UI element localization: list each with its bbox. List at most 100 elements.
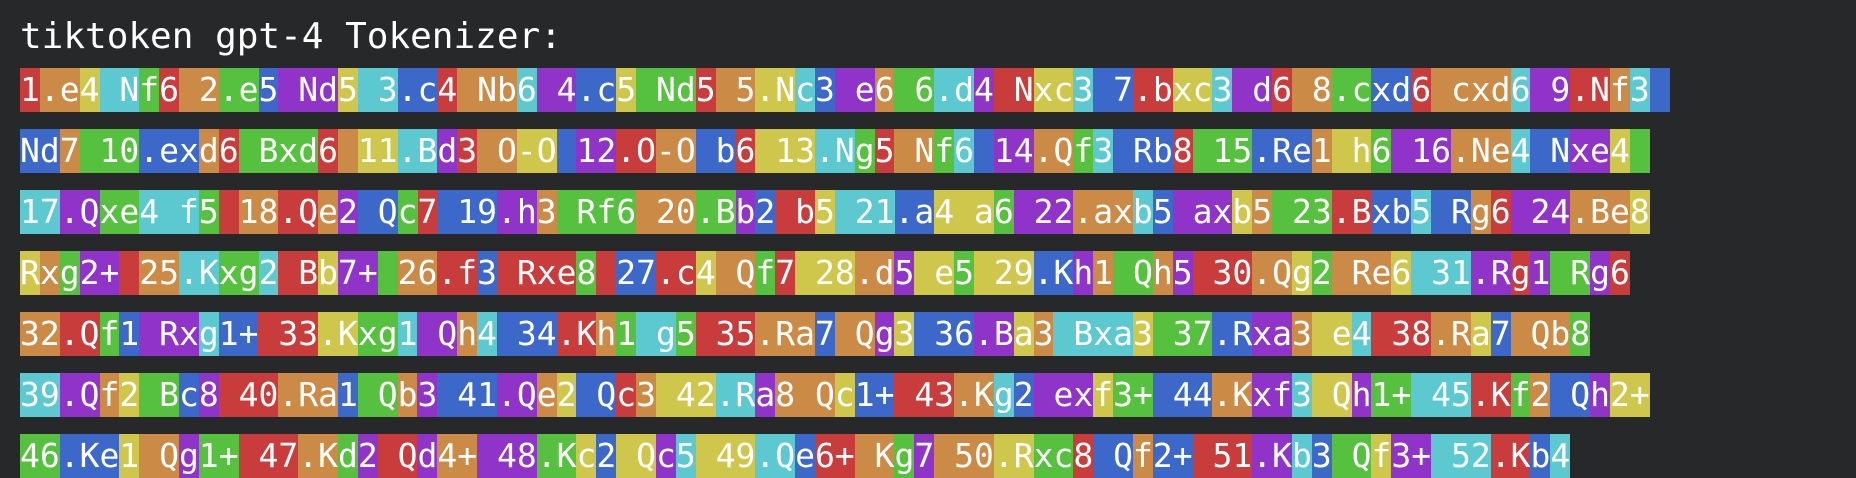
token: 7 <box>417 190 438 234</box>
token <box>1192 129 1213 173</box>
token <box>655 373 676 417</box>
token: Qb <box>1510 312 1571 356</box>
token: c <box>655 434 676 478</box>
token: 2 <box>755 190 776 234</box>
token: -O <box>516 129 557 173</box>
token: a <box>755 373 776 417</box>
token: 4 <box>1609 129 1630 173</box>
token: 1 <box>397 312 418 356</box>
token: Q <box>576 373 617 417</box>
token: 3 <box>636 373 656 417</box>
token: 26 <box>397 251 438 295</box>
token: b <box>318 251 338 295</box>
token: b <box>735 190 756 234</box>
token: f <box>1510 373 1531 417</box>
token: .c <box>655 251 696 295</box>
token: f <box>1073 129 1094 173</box>
token: 4+ <box>437 434 478 478</box>
token: 6 <box>218 129 239 173</box>
token: 3+ <box>1113 373 1153 417</box>
token: 3 <box>1073 68 1094 112</box>
token: h <box>596 312 617 356</box>
token <box>755 129 776 173</box>
token: 48 <box>496 434 537 478</box>
token: 17 <box>20 190 60 234</box>
token: e <box>1311 312 1352 356</box>
token: 1 <box>616 312 637 356</box>
token: 12 <box>576 129 617 173</box>
token: 13 <box>775 129 815 173</box>
token <box>477 434 497 478</box>
token: 25 <box>139 251 179 295</box>
token <box>1530 68 1551 112</box>
token: 5 <box>1411 190 1432 234</box>
token: f <box>99 373 120 417</box>
token: g <box>894 434 915 478</box>
token: 40 <box>238 373 279 417</box>
token: c <box>834 373 855 417</box>
token: 2+ <box>79 251 120 295</box>
token: 41 <box>457 373 497 417</box>
token <box>1291 68 1312 112</box>
token: 1 <box>119 434 140 478</box>
token: 38 <box>1391 312 1432 356</box>
token: 30 <box>1212 251 1253 295</box>
token: B <box>278 251 319 295</box>
token: 5 <box>695 68 716 112</box>
token: 6 <box>993 190 1014 234</box>
token: .N <box>755 68 796 112</box>
token: g <box>1510 251 1531 295</box>
token: 45 <box>1431 373 1471 417</box>
token: 6 <box>1411 68 1432 112</box>
token: cxd <box>1431 68 1511 112</box>
token: Q <box>1550 373 1591 417</box>
token: .Ke <box>59 434 120 478</box>
token: 5 <box>1152 190 1173 234</box>
token: Nd <box>636 68 696 112</box>
token <box>1152 373 1173 417</box>
token: Q <box>715 251 756 295</box>
token-lines: 1 .e 4 Nf6 2 .e 5 Nd 5 3 .c 4 Nb 6 4 .c 5 Nd 5 5 .N c… <box>20 68 1856 478</box>
token: g <box>198 312 219 356</box>
token: .Q <box>1033 129 1074 173</box>
token: b <box>775 190 815 234</box>
token: B <box>1053 312 1094 356</box>
token: xc <box>1033 68 1074 112</box>
token: 3 <box>814 68 835 112</box>
token: b <box>1132 190 1153 234</box>
token: Q <box>357 373 398 417</box>
token: 3 <box>1291 373 1312 417</box>
token: .R <box>993 434 1034 478</box>
token <box>795 251 815 295</box>
token: 5 <box>1172 251 1193 295</box>
token: c <box>616 373 637 417</box>
token <box>1013 190 1034 234</box>
token: B <box>139 373 179 417</box>
token: 6 <box>1371 129 1392 173</box>
token: 5 <box>337 68 358 112</box>
token: 7+ <box>338 251 378 295</box>
token: 18 <box>238 190 279 234</box>
token: 4 <box>934 190 955 234</box>
token: 50 <box>954 434 994 478</box>
token: 51 <box>1212 434 1253 478</box>
token: B <box>238 129 279 173</box>
token: 5 <box>258 68 279 112</box>
token-line: 1 .e 4 Nf6 2 .e 5 Nd 5 3 .c 4 Nb 6 4 .c 5 Nd 5 5 .N c… <box>20 68 1856 112</box>
token: 8 <box>198 373 219 417</box>
token: Q <box>377 434 418 478</box>
token: Q <box>834 312 875 356</box>
token <box>973 251 994 295</box>
token: .e <box>218 68 259 112</box>
token: b <box>695 129 736 173</box>
token: 6 <box>735 129 756 173</box>
token: .O <box>616 129 656 173</box>
token: c <box>795 68 815 112</box>
token: 31 <box>1431 251 1471 295</box>
token: 3 <box>1212 68 1233 112</box>
token: g <box>178 434 199 478</box>
token: 4 <box>79 68 100 112</box>
token <box>695 312 716 356</box>
token: Q <box>417 312 458 356</box>
token: xd <box>278 129 319 173</box>
